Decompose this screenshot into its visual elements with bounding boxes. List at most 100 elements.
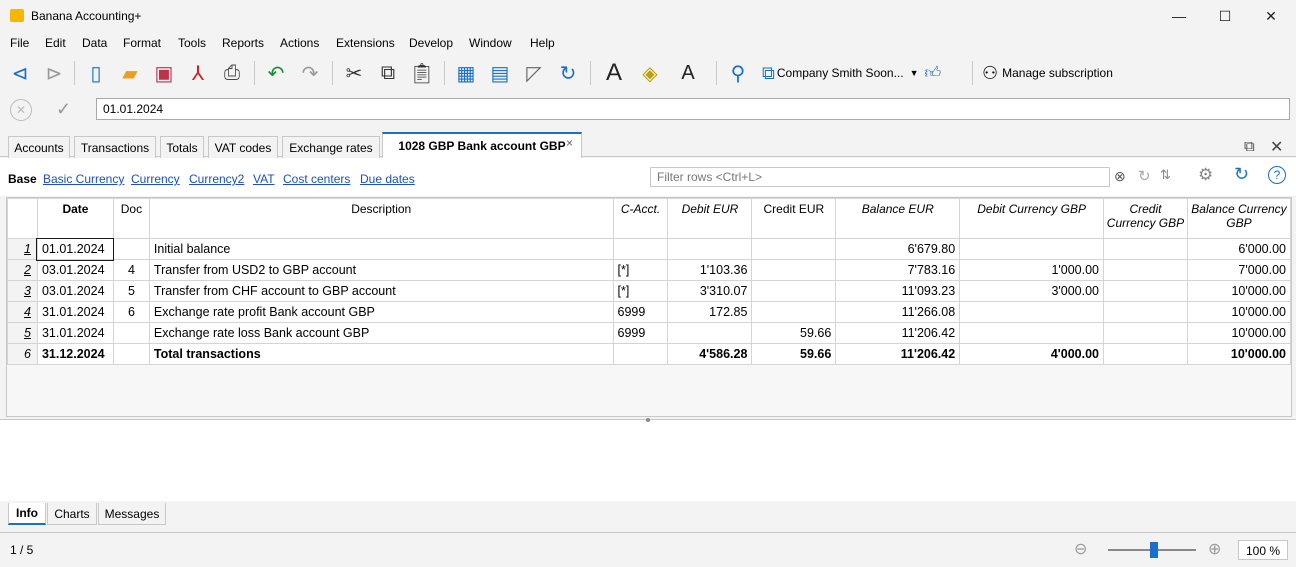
thumbs-up-icon[interactable]: 👍︎ xyxy=(925,64,942,83)
balance-currency-cell[interactable]: 10'000.00 xyxy=(1186,322,1291,344)
zoom-slider-thumb[interactable] xyxy=(1150,542,1158,558)
column-header-balance-currency-gbp[interactable]: Balance Currency GBP xyxy=(1186,198,1291,239)
credit-eur-cell[interactable]: 59.66 xyxy=(751,322,837,344)
doc-cell[interactable]: 5 xyxy=(112,280,150,302)
company-select[interactable]: ⧉ Company Smith Soon... ▼ 👍︎ xyxy=(762,60,941,86)
tab-exchange-rates[interactable]: Exchange rates xyxy=(282,136,380,158)
table-row[interactable]: 2 03.01.2024 4 Transfer from USD2 to GBP ac… xyxy=(7,259,1291,281)
credit-currency-cell[interactable] xyxy=(1103,280,1188,302)
date-cell[interactable]: 31.01.2024 xyxy=(36,322,114,344)
new-file-icon[interactable]: ▯ xyxy=(82,59,110,87)
tab-accounts[interactable]: Accounts xyxy=(8,136,70,158)
menu-develop[interactable]: Develop xyxy=(409,36,453,50)
menu-edit[interactable]: Edit xyxy=(45,36,66,50)
debit-currency-cell[interactable] xyxy=(959,301,1105,323)
font-icon[interactable]: A xyxy=(600,59,628,87)
debit-currency-cell[interactable] xyxy=(959,322,1105,344)
c-acct-cell[interactable]: [*] xyxy=(612,280,669,302)
tab-transactions[interactable]: Transactions xyxy=(74,136,156,158)
table-row[interactable]: 6 31.12.2024 Total transactions 4'586.28 59.… xyxy=(7,343,1291,365)
date-cell[interactable]: 03.01.2024 xyxy=(36,280,114,302)
doc-cell[interactable] xyxy=(112,322,150,344)
debit-currency-cell[interactable] xyxy=(959,238,1105,260)
view-basic-currency[interactable]: Basic Currency xyxy=(43,172,124,186)
fill-color-icon[interactable]: ◈ xyxy=(636,59,664,87)
c-acct-cell[interactable] xyxy=(612,343,669,365)
view-cost-centers[interactable]: Cost centers xyxy=(283,172,350,186)
tab-bank-account-gbp[interactable]: 1028 GBP Bank account GBP × xyxy=(382,132,582,158)
menu-file[interactable]: File xyxy=(10,36,29,50)
balance-currency-cell[interactable]: 10'000.00 xyxy=(1186,343,1291,365)
cut-icon[interactable]: ✂ xyxy=(340,59,368,87)
menu-data[interactable]: Data xyxy=(82,36,107,50)
balance-currency-cell[interactable]: 6'000.00 xyxy=(1186,238,1291,260)
add-rows-icon[interactable]: ▦ xyxy=(452,59,480,87)
credit-currency-cell[interactable] xyxy=(1103,343,1188,365)
doc-cell[interactable] xyxy=(112,343,150,365)
cell-edit-input[interactable]: 01.01.2024 xyxy=(96,98,1290,120)
debit-eur-cell[interactable]: 3'310.07 xyxy=(667,280,753,302)
bottom-tab-info[interactable]: Info xyxy=(8,503,46,525)
menu-window[interactable]: Window xyxy=(469,36,512,50)
description-cell[interactable]: Transfer from CHF account to GBP account xyxy=(148,280,614,302)
zoom-out-icon[interactable]: ⊖ xyxy=(1074,539,1087,559)
edit-record-icon[interactable]: ◸ xyxy=(520,59,548,87)
search-icon[interactable]: ⚲ xyxy=(724,59,752,87)
table-row[interactable]: 5 31.01.2024 Exchange rate loss Bank accou… xyxy=(7,322,1291,344)
bottom-tab-messages[interactable]: Messages xyxy=(98,503,166,525)
date-cell[interactable]: 01.01.2024 xyxy=(36,237,115,261)
doc-cell[interactable] xyxy=(112,238,150,260)
description-cell[interactable]: Total transactions xyxy=(148,343,614,365)
debit-eur-cell[interactable]: 4'586.28 xyxy=(667,343,753,365)
credit-currency-cell[interactable] xyxy=(1103,301,1188,323)
view-vat[interactable]: VAT xyxy=(253,172,275,186)
maximize-button[interactable]: ☐ xyxy=(1202,0,1248,32)
menu-reports[interactable]: Reports xyxy=(222,36,264,50)
credit-currency-cell[interactable] xyxy=(1103,259,1188,281)
view-base[interactable]: Base xyxy=(8,172,37,186)
balance-eur-cell[interactable]: 11'206.42 xyxy=(835,343,961,365)
balance-eur-cell[interactable]: 11'093.23 xyxy=(835,280,961,302)
balance-eur-cell[interactable]: 6'679.80 xyxy=(835,238,961,260)
balance-currency-cell[interactable]: 10'000.00 xyxy=(1186,280,1291,302)
description-cell[interactable]: Initial balance xyxy=(148,238,614,260)
credit-currency-cell[interactable] xyxy=(1103,238,1188,260)
splitter-handle[interactable] xyxy=(646,418,650,422)
minimize-button[interactable]: — xyxy=(1156,0,1202,32)
debit-currency-cell[interactable]: 3'000.00 xyxy=(959,280,1105,302)
c-acct-cell[interactable]: 6999 xyxy=(612,322,669,344)
clear-filter-icon[interactable]: ⊗ xyxy=(1114,168,1126,185)
close-table-icon[interactable]: ✕ xyxy=(1270,137,1283,157)
paste-icon[interactable]: 📋︎ xyxy=(408,59,436,87)
column-header-debit-eur[interactable]: Debit EUR xyxy=(667,198,753,239)
balance-eur-cell[interactable]: 11'266.08 xyxy=(835,301,961,323)
menu-actions[interactable]: Actions xyxy=(280,36,319,50)
column-header-balance-eur[interactable]: Balance EUR xyxy=(835,198,961,239)
table-row[interactable]: 4 31.01.2024 6 Exchange rate profit Bank ac… xyxy=(7,301,1291,323)
refresh-filter-icon[interactable]: ↻ xyxy=(1138,167,1151,185)
zoom-in-icon[interactable]: ⊕ xyxy=(1208,539,1221,559)
c-acct-cell[interactable]: 6999 xyxy=(612,301,669,323)
confirm-edit-icon[interactable]: ✓ xyxy=(56,99,71,120)
tab-totals[interactable]: Totals xyxy=(160,136,204,158)
column-header-description[interactable]: Description xyxy=(148,198,614,239)
debit-eur-cell[interactable] xyxy=(667,322,753,344)
debit-eur-cell[interactable]: 172.85 xyxy=(667,301,753,323)
column-header-credit-eur[interactable]: Credit EUR xyxy=(751,198,837,239)
text-color-icon[interactable]: A xyxy=(674,59,702,87)
credit-eur-cell[interactable] xyxy=(751,259,837,281)
column-header-c-acct[interactable]: C-Acct. xyxy=(612,198,669,239)
credit-eur-cell[interactable] xyxy=(751,238,837,260)
credit-eur-cell[interactable] xyxy=(751,301,837,323)
date-cell[interactable]: 31.12.2024 xyxy=(36,343,114,365)
menu-tools[interactable]: Tools xyxy=(178,36,206,50)
column-header-credit-currency-gbp[interactable]: Credit Currency GBP xyxy=(1103,198,1188,239)
view-due-dates[interactable]: Due dates xyxy=(360,172,415,186)
debit-eur-cell[interactable] xyxy=(667,238,753,260)
insert-rows-icon[interactable]: ▤ xyxy=(486,59,514,87)
pdf-icon[interactable]: ⅄ xyxy=(184,59,212,87)
redo-icon[interactable]: ↷ xyxy=(296,59,324,87)
menu-help[interactable]: Help xyxy=(530,36,555,50)
save-icon[interactable]: ▣ xyxy=(150,59,178,87)
open-folder-icon[interactable]: ▰ xyxy=(116,59,144,87)
